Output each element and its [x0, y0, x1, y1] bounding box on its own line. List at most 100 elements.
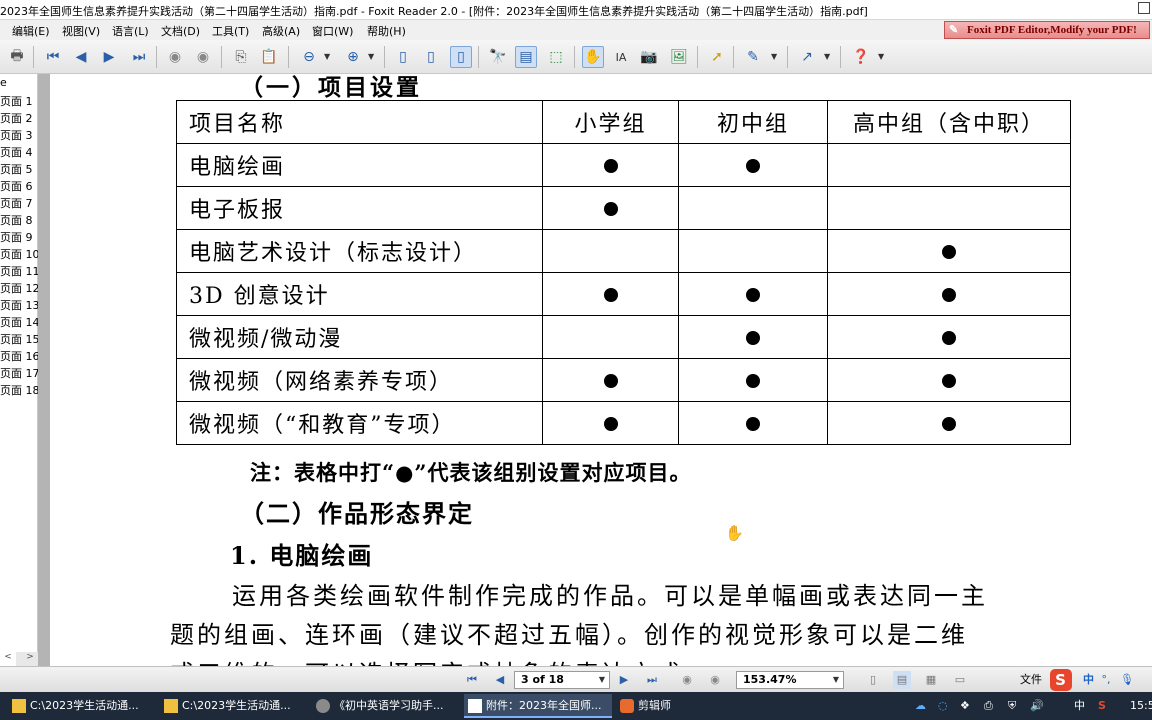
sidebar-item-page-8[interactable]: 页面 8: [0, 212, 33, 228]
zoom-field[interactable]: 153.47% ▼: [736, 671, 844, 689]
back-icon[interactable]: ◉: [678, 671, 696, 689]
taskbar-item-browser[interactable]: 《初中英语学习助手...: [312, 694, 460, 718]
print-icon[interactable]: 🖶: [6, 46, 28, 68]
snapshot-icon[interactable]: 📷: [638, 46, 660, 68]
sidebar-item-page-15[interactable]: 页面 15: [0, 331, 40, 347]
group-mark-cell: [678, 315, 828, 359]
menu-help[interactable]: 帮助(H): [367, 23, 406, 39]
sidebar-item-page-12[interactable]: 页面 12: [0, 280, 40, 296]
sidebar-item-page-5[interactable]: 页面 5: [0, 161, 33, 177]
taskbar-item-folder-2[interactable]: C:\2023学生活动通...: [160, 694, 308, 718]
bookmark-panel-icon[interactable]: ▤: [515, 46, 537, 68]
tray-app-icon[interactable]: ❖: [960, 694, 970, 718]
single-page-icon[interactable]: ▯: [392, 46, 414, 68]
clock[interactable]: 15:5: [1130, 694, 1152, 718]
speaker-icon[interactable]: 🔊: [1030, 694, 1044, 718]
select-icon[interactable]: ➚: [706, 46, 728, 68]
filled-dot-icon: [942, 373, 956, 388]
find-icon[interactable]: 🔭: [487, 46, 509, 68]
sidebar-item-page-10[interactable]: 页面 10: [0, 246, 40, 262]
copy-icon[interactable]: ⎘: [230, 46, 252, 68]
sidebar-item-page-7[interactable]: 页面 7: [0, 195, 33, 211]
panel-splitter[interactable]: [38, 74, 50, 666]
image-icon[interactable]: 🖼: [668, 46, 690, 68]
sidebar-item-page-2[interactable]: 页面 2: [0, 110, 33, 126]
sidebar-item-page-13[interactable]: 页面 13: [0, 297, 40, 313]
zoom-out-icon[interactable]: ⊖: [298, 46, 320, 68]
single-page-icon[interactable]: ▯: [864, 671, 882, 689]
forward-icon[interactable]: ◉: [706, 671, 724, 689]
filled-dot-icon: [746, 330, 760, 345]
menu-document[interactable]: 文档(D): [161, 23, 200, 39]
next-page-icon[interactable]: ▶: [615, 671, 633, 689]
microphone-icon[interactable]: 🎙: [1120, 673, 1134, 686]
text-select-icon[interactable]: IA: [610, 46, 632, 68]
tray-language-indicator[interactable]: 中: [1074, 694, 1085, 718]
continuous-facing-icon[interactable]: ▭: [951, 671, 969, 689]
first-page-icon[interactable]: ⏮: [42, 46, 64, 68]
facing-icon[interactable]: ▦: [922, 671, 940, 689]
menu-advanced[interactable]: 高级(A): [262, 23, 300, 39]
sogou-tray-icon[interactable]: S: [1098, 694, 1106, 718]
comment-icon[interactable]: ✎: [742, 46, 764, 68]
taskbar-item-video-editor[interactable]: 剪辑师: [616, 694, 708, 718]
filled-dot-icon: [746, 373, 760, 388]
foxit-editor-ad-banner[interactable]: ✎ Foxit PDF Editor,Modify your PDF!: [944, 21, 1150, 39]
ime-language-toggle[interactable]: 中: [1083, 673, 1094, 686]
last-page-icon[interactable]: ⏭: [643, 671, 661, 689]
sidebar-item-page-16[interactable]: 页面 16: [0, 348, 40, 364]
facing-icon[interactable]: ▯: [450, 46, 472, 68]
chevron-down-icon[interactable]: ▼: [599, 672, 605, 688]
sidebar-item-page-11[interactable]: 页面 11: [0, 263, 40, 279]
menu-window[interactable]: 窗口(W): [312, 23, 353, 39]
hand-tool-icon[interactable]: ✋: [582, 46, 604, 68]
zoom-in-icon[interactable]: ⊕: [342, 46, 364, 68]
menu-edit[interactable]: 编辑(E): [12, 23, 50, 39]
first-page-icon[interactable]: ⏮: [463, 671, 481, 689]
chevron-down-icon[interactable]: ▼: [833, 672, 839, 688]
chevron-down-icon[interactable]: ▼: [824, 52, 830, 61]
prev-page-icon[interactable]: ◀: [491, 671, 509, 689]
sidebar-item-page-17[interactable]: 页面 17: [0, 365, 40, 381]
fit-width-icon[interactable]: ⬚: [545, 46, 567, 68]
chevron-down-icon[interactable]: ▼: [771, 52, 777, 61]
sidebar-item-page-14[interactable]: 页面 14: [0, 314, 40, 330]
sidebar-item-page-6[interactable]: 页面 6: [0, 178, 33, 194]
help-icon[interactable]: ❓: [850, 46, 872, 68]
restore-window-button[interactable]: [1138, 2, 1150, 14]
chevron-down-icon[interactable]: ▼: [368, 52, 374, 61]
page-number-field[interactable]: 3 of 18 ▼: [514, 671, 610, 689]
ime-punctuation-toggle[interactable]: °,: [1102, 673, 1111, 686]
taskbar-item-foxit[interactable]: 附件：2023年全国师...: [464, 694, 612, 718]
document-view[interactable]: （一）项目设置 项目名称 小学组 初中组 高中组（含中职） 电脑绘画 电子板报 电脑…: [50, 74, 1152, 666]
cloud-icon[interactable]: ☁: [915, 694, 926, 718]
forward-icon[interactable]: ◉: [192, 46, 214, 68]
back-icon[interactable]: ◉: [164, 46, 186, 68]
menu-tools[interactable]: 工具(T): [212, 23, 249, 39]
network-icon[interactable]: ◌: [938, 694, 948, 718]
sidebar-scroll-right-button[interactable]: >: [22, 652, 38, 666]
sidebar-item-page-4[interactable]: 页面 4: [0, 144, 33, 160]
next-page-icon[interactable]: ▶: [98, 46, 120, 68]
continuous-icon[interactable]: ▯: [420, 46, 442, 68]
sidebar-item-page-18[interactable]: 页面 18: [0, 382, 40, 398]
menu-view[interactable]: 视图(V): [62, 23, 100, 39]
prev-page-icon[interactable]: ◀: [70, 46, 92, 68]
continuous-icon[interactable]: ▤: [893, 671, 911, 689]
shield-icon[interactable]: ⛨: [1008, 694, 1016, 718]
sidebar-item-page-1[interactable]: 页面 1: [0, 93, 33, 109]
menu-language[interactable]: 语言(L): [112, 23, 149, 39]
chevron-down-icon[interactable]: ▼: [324, 52, 330, 61]
sidebar-item-page-3[interactable]: 页面 3: [0, 127, 33, 143]
sogou-logo-icon[interactable]: S: [1049, 669, 1072, 691]
paste-icon[interactable]: 📋: [258, 46, 280, 68]
taskbar-item-label: C:\2023学生活动通...: [182, 699, 291, 712]
arrow-tool-icon[interactable]: ↗: [796, 46, 818, 68]
last-page-icon[interactable]: ⏭: [128, 46, 150, 68]
sidebar-item-page-9[interactable]: 页面 9: [0, 229, 33, 245]
group-mark-cell: [678, 272, 828, 316]
taskbar-item-folder-1[interactable]: C:\2023学生活动通...: [8, 694, 156, 718]
sidebar-scroll-left-button[interactable]: <: [0, 652, 16, 666]
printer-icon[interactable]: ⎙: [984, 694, 993, 718]
chevron-down-icon[interactable]: ▼: [878, 52, 884, 61]
